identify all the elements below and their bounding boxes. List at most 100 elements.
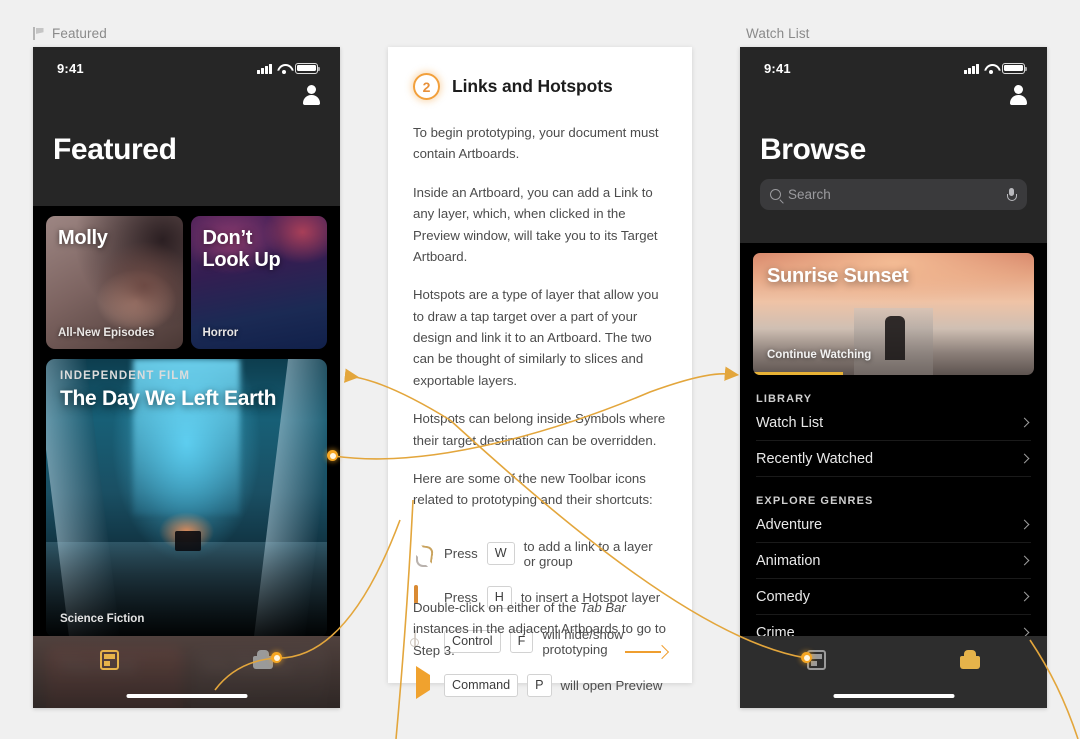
- status-time: 9:41: [764, 60, 791, 76]
- screen-content: Molly All-New Episodes Don’t Look Up Hor…: [33, 206, 340, 708]
- link-tool-icon: [413, 543, 435, 567]
- search-input[interactable]: Search: [788, 187, 1000, 202]
- preview-play-icon: [413, 665, 435, 699]
- progress-bar: [753, 372, 843, 375]
- card-subtitle: Horror: [202, 327, 239, 339]
- shortcut-suffix: will open Preview: [560, 678, 663, 694]
- hotspot-dot-hero[interactable]: [327, 450, 338, 461]
- key-cap: W: [486, 542, 515, 565]
- artboard-flag-icon: [33, 27, 46, 40]
- panel-paragraph: Hotspots are a type of layer that allow …: [413, 287, 659, 388]
- list-item-label: Watch List: [756, 414, 824, 431]
- hero-card[interactable]: INDEPENDENT FILM The Day We Left Earth S…: [46, 359, 327, 637]
- battery-icon: [1002, 62, 1027, 74]
- card-title: Molly: [58, 227, 108, 249]
- chevron-right-icon: [1019, 453, 1030, 464]
- home-indicator: [833, 694, 954, 698]
- shortcut-prefix: Press: [444, 546, 478, 562]
- hero-decor: [885, 316, 906, 361]
- list-item[interactable]: Comedy: [756, 579, 1031, 615]
- featured-card-row: Molly All-New Episodes Don’t Look Up Hor…: [33, 206, 340, 349]
- hero-decor: [133, 359, 240, 515]
- cellular-bars-icon: [964, 63, 979, 74]
- step-badge: 2: [413, 73, 440, 100]
- hero-title: Sunrise Sunset: [767, 265, 909, 287]
- footer-text-before: Double-click on either of the: [413, 599, 581, 615]
- chevron-right-icon: [1019, 555, 1030, 566]
- shortcut-row: Command P will open Preview: [413, 664, 667, 708]
- chevron-right-icon: [1019, 519, 1030, 530]
- hero-subtitle: Science Fiction: [60, 613, 145, 625]
- panel-paragraph: To begin prototyping, your document must…: [413, 125, 659, 162]
- list-item[interactable]: Recently Watched: [756, 441, 1031, 477]
- section-heading-library: LIBRARY: [756, 393, 813, 405]
- tab-bar[interactable]: [33, 636, 340, 708]
- key-cap: P: [527, 674, 552, 697]
- footer-emphasis: Tab Bar: [580, 599, 626, 615]
- canvas: Featured Watch List 9:41 Featured Molly …: [0, 0, 1080, 739]
- chevron-right-icon: [1019, 417, 1030, 428]
- account-avatar-icon[interactable]: [303, 85, 320, 105]
- artboard-label-text: Watch List: [746, 26, 810, 41]
- status-bar: 9:41: [740, 47, 1047, 89]
- page-title: Browse: [760, 133, 866, 166]
- list-item[interactable]: Adventure: [756, 507, 1031, 543]
- panel-paragraph: Here are some of the new Toolbar icons r…: [413, 470, 653, 508]
- hotspot-dot-tab-right[interactable]: [801, 652, 812, 663]
- box-icon: [253, 650, 274, 669]
- panel-title: Links and Hotspots: [452, 76, 613, 96]
- card-subtitle: All-New Episodes: [58, 327, 155, 339]
- content-card[interactable]: Molly All-New Episodes: [46, 216, 183, 349]
- artboard-watch-list[interactable]: 9:41 Browse Search Sunrise Sunset Contin…: [740, 47, 1047, 708]
- page-title: Featured: [53, 133, 177, 166]
- key-cap: Command: [444, 674, 519, 697]
- section-heading-explore-genres: EXPLORE GENRES: [756, 495, 874, 507]
- panel-paragraph: Hotspots can belong inside Symbols where…: [413, 411, 666, 448]
- card-title: Don’t Look Up: [202, 227, 281, 272]
- home-indicator: [126, 694, 247, 698]
- screen-content: Sunrise Sunset Continue Watching LIBRARY…: [740, 253, 1047, 651]
- instruction-panel: 2 Links and Hotspots To begin prototypin…: [388, 47, 692, 699]
- nav-header: Featured: [33, 85, 340, 206]
- status-bar: 9:41: [33, 47, 340, 89]
- list-item[interactable]: Animation: [756, 543, 1031, 579]
- artboard-label-watch-list[interactable]: Watch List: [746, 26, 810, 41]
- chevron-right-icon: [1019, 591, 1030, 602]
- list-item-label: Recently Watched: [756, 450, 874, 467]
- tab-featured[interactable]: [740, 650, 894, 670]
- nav-header: Browse Search: [740, 85, 1047, 243]
- list-item-label: Adventure: [756, 516, 823, 533]
- status-time: 9:41: [57, 60, 84, 76]
- tab-browse[interactable]: [187, 650, 341, 670]
- cellular-bars-icon: [257, 63, 272, 74]
- content-card[interactable]: Don’t Look Up Horror: [190, 216, 327, 349]
- box-icon: [960, 650, 981, 669]
- arrow-right-icon[interactable]: [625, 645, 667, 659]
- continue-watching-card[interactable]: Sunrise Sunset Continue Watching: [753, 253, 1034, 375]
- hero-decor: [175, 531, 201, 551]
- artboard-featured[interactable]: 9:41 Featured Molly All-New Episodes Don…: [33, 47, 340, 708]
- hotspot-dot-tab-left[interactable]: [271, 652, 282, 663]
- artboard-label-text: Featured: [52, 26, 107, 41]
- hero-subtitle: Continue Watching: [767, 349, 872, 361]
- hero-kicker: INDEPENDENT FILM: [60, 370, 191, 382]
- wifi-icon: [277, 64, 290, 74]
- battery-icon: [295, 62, 320, 74]
- artboard-label-featured[interactable]: Featured: [33, 26, 107, 41]
- wifi-icon: [984, 64, 997, 74]
- microphone-icon[interactable]: [1007, 187, 1017, 202]
- tab-browse[interactable]: [894, 650, 1048, 670]
- list-item[interactable]: Watch List: [756, 405, 1031, 441]
- search-bar[interactable]: Search: [760, 179, 1027, 210]
- list-item-label: Comedy: [756, 588, 810, 605]
- hero-title: The Day We Left Earth: [60, 387, 277, 410]
- tv-icon: [100, 650, 120, 670]
- tab-bar[interactable]: [740, 636, 1047, 708]
- account-avatar-icon[interactable]: [1010, 85, 1027, 105]
- panel-paragraph: Inside an Artboard, you can add a Link t…: [413, 184, 658, 264]
- shortcut-row: Press W to add a link to a layer or grou…: [413, 532, 667, 576]
- search-icon: [770, 189, 781, 200]
- list-item-label: Animation: [756, 552, 821, 569]
- panel-header: 2 Links and Hotspots: [413, 73, 667, 100]
- tab-featured[interactable]: [33, 650, 187, 670]
